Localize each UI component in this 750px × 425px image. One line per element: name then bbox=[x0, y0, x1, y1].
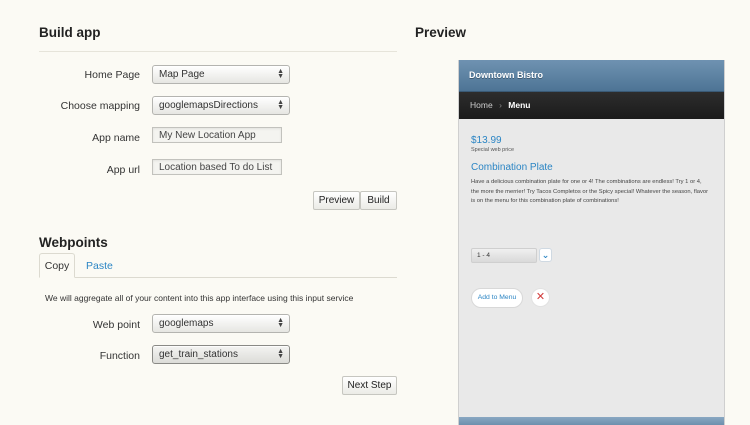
tab-paste[interactable]: Paste bbox=[86, 260, 113, 272]
app-name-input[interactable]: My New Location App bbox=[152, 127, 282, 143]
app-footer bbox=[459, 417, 724, 425]
webpoints-heading: Webpoints bbox=[39, 235, 108, 250]
home-page-label: Home Page bbox=[84, 69, 140, 81]
breadcrumb-home[interactable]: Home bbox=[470, 100, 493, 110]
app-name-label: App name bbox=[92, 132, 140, 144]
delete-icon[interactable]: ✕ bbox=[531, 288, 550, 307]
app-url-input[interactable]: Location based To do List bbox=[152, 159, 282, 175]
web-point-value: googlemaps bbox=[159, 318, 214, 329]
mapping-value: googlemapsDirections bbox=[159, 100, 258, 111]
home-page-select[interactable]: Map Page ▲ ▼ bbox=[152, 65, 290, 84]
preview-button[interactable]: Preview bbox=[313, 191, 360, 210]
add-to-menu-button[interactable]: Add to Menu bbox=[471, 288, 523, 308]
phone-preview: Downtown Bistro Home › Menu $13.99 Speci… bbox=[458, 60, 725, 425]
select-arrows-icon: ▲ ▼ bbox=[277, 317, 284, 329]
web-point-label: Web point bbox=[92, 319, 140, 331]
chevron-down-icon[interactable]: ⌄ bbox=[539, 248, 552, 262]
app-title: Downtown Bistro bbox=[469, 70, 543, 80]
breadcrumb: Home › Menu bbox=[459, 92, 724, 119]
quantity-value: 1 - 4 bbox=[477, 252, 491, 259]
select-arrows-icon: ▲ ▼ bbox=[277, 99, 284, 111]
next-step-button[interactable]: Next Step bbox=[342, 376, 397, 395]
select-arrows-icon: ▲ ▼ bbox=[277, 348, 284, 360]
app-header: Downtown Bistro bbox=[459, 60, 724, 92]
item-price: $13.99 bbox=[471, 135, 502, 146]
preview-heading: Preview bbox=[415, 25, 467, 40]
function-value: get_train_stations bbox=[159, 349, 238, 360]
item-description: Have a delicious combination plate for o… bbox=[471, 179, 709, 204]
tabs-divider bbox=[39, 277, 397, 278]
select-arrows-icon: ▲ ▼ bbox=[277, 68, 284, 80]
item-title: Combination Plate bbox=[471, 162, 553, 173]
web-point-select[interactable]: googlemaps ▲ ▼ bbox=[152, 314, 290, 333]
breadcrumb-separator-icon: › bbox=[499, 100, 502, 110]
app-url-label: App url bbox=[106, 164, 140, 176]
tab-copy[interactable]: Copy bbox=[39, 253, 75, 278]
function-select[interactable]: get_train_stations ▲ ▼ bbox=[152, 345, 290, 364]
breadcrumb-current: Menu bbox=[508, 100, 531, 110]
webpoints-description: We will aggregate all of your content in… bbox=[45, 293, 354, 303]
function-label: Function bbox=[99, 350, 140, 362]
build-divider bbox=[39, 51, 397, 52]
mapping-select[interactable]: googlemapsDirections ▲ ▼ bbox=[152, 96, 290, 115]
quantity-select[interactable]: 1 - 4 bbox=[471, 248, 537, 263]
build-button[interactable]: Build bbox=[360, 191, 397, 210]
build-app-heading: Build app bbox=[39, 25, 101, 40]
home-page-value: Map Page bbox=[159, 69, 205, 80]
mapping-label: Choose mapping bbox=[60, 100, 140, 112]
price-note: Special web price bbox=[471, 147, 515, 153]
